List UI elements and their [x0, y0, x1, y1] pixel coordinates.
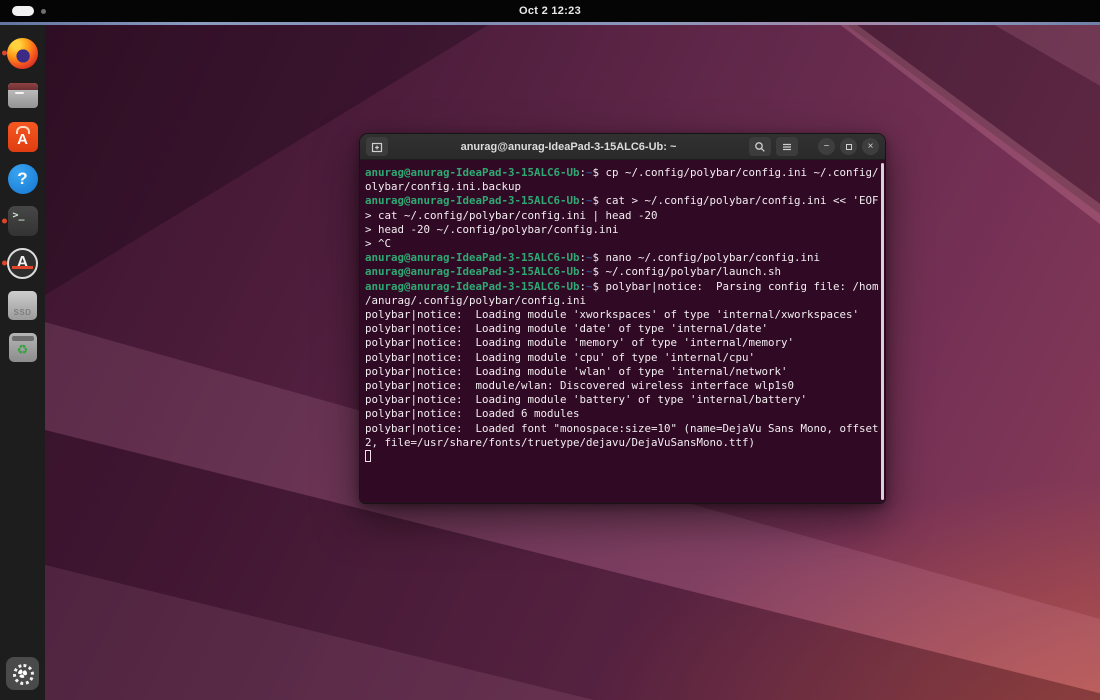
- close-button[interactable]: ×: [862, 138, 879, 155]
- close-icon: ×: [868, 142, 874, 152]
- terminal-line: /anurag/.config/polybar/config.ini: [365, 294, 879, 308]
- app-center-glyph: A: [17, 131, 28, 148]
- trash-icon: ♻: [9, 333, 37, 362]
- terminal-line: anurag@anurag-IdeaPad-3-15ALC6-Ub:~$ cp …: [365, 166, 879, 180]
- trash-glyph: ♻: [17, 342, 29, 358]
- clock[interactable]: Oct 2 12:23: [519, 5, 581, 17]
- terminal-line: > cat ~/.config/polybar/config.ini | hea…: [365, 209, 879, 223]
- dock: A? >_ A SSD ♻: [0, 25, 45, 700]
- search-icon: [754, 141, 766, 153]
- terminal-icon: >_: [8, 206, 38, 236]
- minimize-icon: −: [824, 142, 830, 152]
- app-center-icon: A: [8, 122, 38, 152]
- running-indicator-dot: [2, 219, 7, 224]
- terminal-line: polybar|notice: Loading module 'xworkspa…: [365, 308, 879, 322]
- terminal-line: polybar|notice: module/wlan: Discovered …: [365, 379, 879, 393]
- firefox-icon: [7, 38, 38, 69]
- show-apps-icon: [6, 657, 39, 690]
- software-a-glyph: A: [17, 254, 29, 272]
- terminal-line: > ^C: [365, 237, 879, 251]
- terminal-output: anurag@anurag-IdeaPad-3-15ALC6-Ub:~$ cp …: [365, 166, 879, 464]
- help-icon: ?: [8, 164, 38, 194]
- help-glyph: ?: [17, 169, 27, 189]
- terminal-window: anurag@anurag-IdeaPad-3-15ALC6-Ub: ~ −: [359, 133, 886, 504]
- window-title: anurag@anurag-IdeaPad-3-15ALC6-Ub: ~: [393, 141, 744, 153]
- terminal-line: polybar|notice: Loading module 'cpu' of …: [365, 351, 879, 365]
- ssd-drive-icon: SSD: [8, 291, 37, 320]
- dock-item-ssd-drive[interactable]: SSD: [0, 284, 45, 326]
- terminal-cursor-line: [365, 450, 879, 464]
- hamburger-icon: [781, 141, 793, 153]
- desktop: Oct 2 12:23 A?>_ASSD♻ anurag@an: [0, 0, 1100, 700]
- ssd-drive-glyph: SSD: [14, 308, 32, 317]
- workspace-inactive-dot[interactable]: [41, 9, 46, 14]
- workspace-indicator[interactable]: [12, 0, 46, 22]
- new-tab-icon: [371, 141, 383, 153]
- terminal-line: anurag@anurag-IdeaPad-3-15ALC6-Ub:~$ nan…: [365, 251, 879, 265]
- maximize-button[interactable]: [840, 138, 857, 155]
- terminal-line: polybar|notice: Loading module 'memory' …: [365, 336, 879, 350]
- minimize-button[interactable]: −: [818, 138, 835, 155]
- polybar-strip: [0, 22, 1100, 25]
- dock-item-trash[interactable]: ♻: [0, 326, 45, 368]
- terminal-line: polybar|notice: Loaded font "monospace:s…: [365, 422, 879, 436]
- terminal-line: anurag@anurag-IdeaPad-3-15ALC6-Ub:~$ cat…: [365, 194, 879, 208]
- files-icon: [8, 83, 38, 108]
- dock-items: A? >_ A SSD ♻: [0, 32, 45, 368]
- dock-item-files[interactable]: [0, 74, 45, 116]
- top-bar[interactable]: Oct 2 12:23: [0, 0, 1100, 22]
- terminal-line: polybar|notice: Loaded 6 modules: [365, 407, 879, 421]
- terminal-line: polybar|notice: Loading module 'wlan' of…: [365, 365, 879, 379]
- menu-button[interactable]: [776, 137, 798, 156]
- search-button[interactable]: [749, 137, 771, 156]
- dock-item-help[interactable]: ?: [0, 158, 45, 200]
- dock-item-terminal[interactable]: >_: [0, 200, 45, 242]
- dock-item-software-a[interactable]: A: [0, 242, 45, 284]
- terminal-line: polybar|notice: Loading module 'date' of…: [365, 322, 879, 336]
- software-a-icon: A: [7, 248, 38, 279]
- terminal-cursor: [365, 450, 371, 462]
- terminal-line: anurag@anurag-IdeaPad-3-15ALC6-Ub:~$ ~/.…: [365, 265, 879, 279]
- workspace-active-pill[interactable]: [12, 6, 34, 16]
- new-tab-button[interactable]: [366, 137, 388, 156]
- terminal-line: > head -20 ~/.config/polybar/config.ini: [365, 223, 879, 237]
- dock-item-firefox[interactable]: [0, 32, 45, 74]
- terminal-line: 2, file=/usr/share/fonts/truetype/dejavu…: [365, 436, 879, 450]
- terminal-titlebar[interactable]: anurag@anurag-IdeaPad-3-15ALC6-Ub: ~ −: [360, 134, 885, 160]
- show-apps-button[interactable]: [0, 652, 45, 694]
- terminal-body[interactable]: anurag@anurag-IdeaPad-3-15ALC6-Ub:~$ cp …: [360, 160, 885, 503]
- dock-item-app-center[interactable]: A: [0, 116, 45, 158]
- terminal-scrollbar[interactable]: [881, 163, 884, 500]
- terminal-line: anurag@anurag-IdeaPad-3-15ALC6-Ub:~$ pol…: [365, 280, 879, 294]
- terminal-line: polybar|notice: Loading module 'battery'…: [365, 393, 879, 407]
- maximize-icon: [846, 144, 852, 150]
- terminal-glyph: >_: [13, 210, 25, 221]
- terminal-line: olybar/config.ini.backup: [365, 180, 879, 194]
